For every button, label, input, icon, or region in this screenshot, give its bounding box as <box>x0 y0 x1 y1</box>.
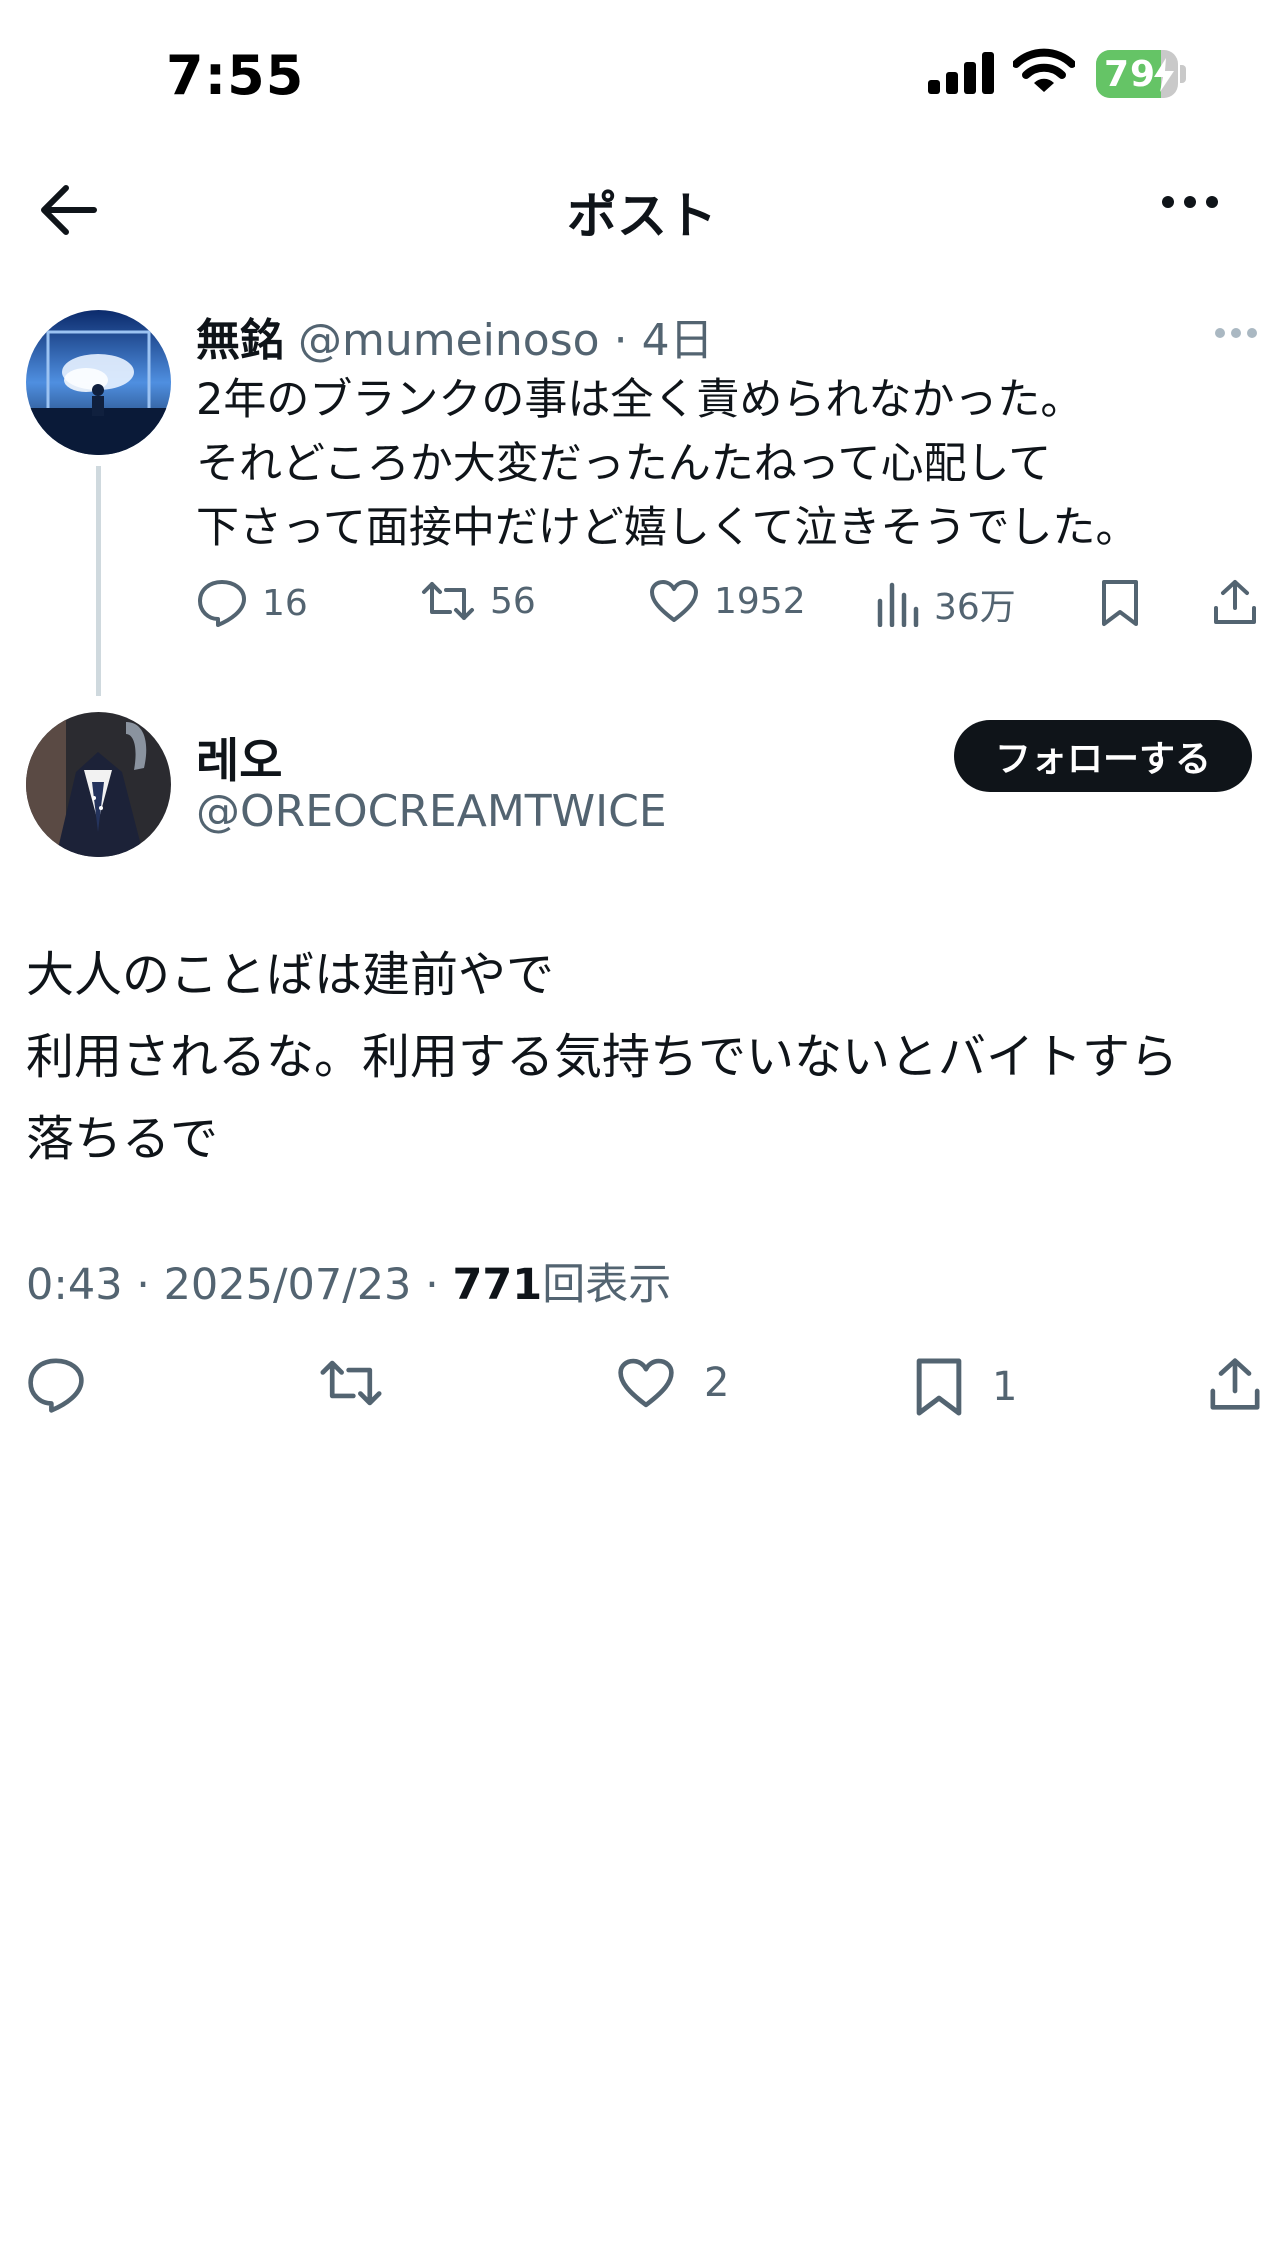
author-avatar[interactable] <box>26 712 171 857</box>
bookmark-icon <box>1100 578 1140 628</box>
share-button[interactable] <box>1208 1356 1262 1412</box>
cellular-signal-icon <box>928 52 996 94</box>
quoted-tweet-header: 無銘 @mumeinoso · 4日 <box>196 304 714 368</box>
retweet-button[interactable] <box>318 1356 384 1410</box>
follow-button[interactable]: フォローする <box>954 720 1252 792</box>
charging-bolt-icon <box>1152 58 1176 96</box>
share-icon <box>1212 578 1258 626</box>
more-options-icon[interactable] <box>1160 192 1230 222</box>
quoted-author-name[interactable]: 無銘 <box>196 315 284 366</box>
thread-connector <box>96 466 101 696</box>
like-button[interactable]: 1952 <box>648 578 806 624</box>
bookmark-count: 1 <box>992 1364 1018 1410</box>
bookmark-icon <box>914 1356 964 1418</box>
reply-button[interactable] <box>26 1356 86 1414</box>
retweet-icon <box>420 578 476 624</box>
quoted-tweet-text: 2年のブランクの事は全く責められなかった。 それどころか大変だったんたねって心配… <box>196 375 1139 553</box>
author-handle[interactable]: @OREOCREAMTWICE <box>196 786 667 837</box>
separator-dot: · <box>136 1260 150 1310</box>
tweet-time: 0:43 <box>26 1260 123 1310</box>
reply-count: 16 <box>262 582 308 624</box>
avatar[interactable] <box>26 310 171 455</box>
heart-icon <box>648 578 700 624</box>
bookmark-button[interactable] <box>1100 578 1140 628</box>
heart-icon <box>616 1356 676 1410</box>
retweet-button[interactable]: 56 <box>420 578 536 624</box>
analytics-icon <box>876 581 920 627</box>
bookmark-button[interactable]: 1 <box>914 1356 1017 1418</box>
reply-icon <box>196 578 248 628</box>
battery-icon: 79 <box>1096 50 1186 98</box>
like-button[interactable]: 2 <box>616 1356 729 1410</box>
views-button[interactable]: 36万 <box>876 578 1016 630</box>
quoted-tweet-age: 4日 <box>641 315 714 366</box>
tweet-meta: 0:43 · 2025/07/23 · 771回表示 <box>26 1250 671 1312</box>
separator-dot: · <box>613 315 628 366</box>
tweet-more-icon[interactable] <box>1214 326 1258 340</box>
author-name[interactable]: 레오 <box>196 722 282 791</box>
tweet-text: 大人のことばは建前やで 利用されるな。利用する気持ちでいないとバイトすら 落ちる… <box>26 947 1179 1167</box>
share-icon <box>1208 1356 1262 1412</box>
like-count: 2 <box>704 1360 730 1406</box>
views-count: 36万 <box>934 587 1016 628</box>
view-count-label: 回表示 <box>542 1260 672 1310</box>
wifi-icon <box>1013 48 1075 94</box>
retweet-count: 56 <box>490 580 536 622</box>
quoted-author-handle[interactable]: @mumeinoso <box>298 315 600 366</box>
retweet-icon <box>318 1356 384 1410</box>
share-button[interactable] <box>1212 578 1258 626</box>
view-count[interactable]: 771 <box>452 1260 542 1310</box>
like-count: 1952 <box>714 580 806 622</box>
tweet-date: 2025/07/23 <box>163 1260 412 1310</box>
status-time: 7:55 <box>166 44 305 107</box>
page-title: ポスト <box>567 187 717 245</box>
separator-dot: · <box>425 1260 439 1310</box>
reply-button[interactable]: 16 <box>196 578 308 628</box>
reply-icon <box>26 1356 86 1414</box>
battery-percentage: 79 <box>1104 54 1157 95</box>
